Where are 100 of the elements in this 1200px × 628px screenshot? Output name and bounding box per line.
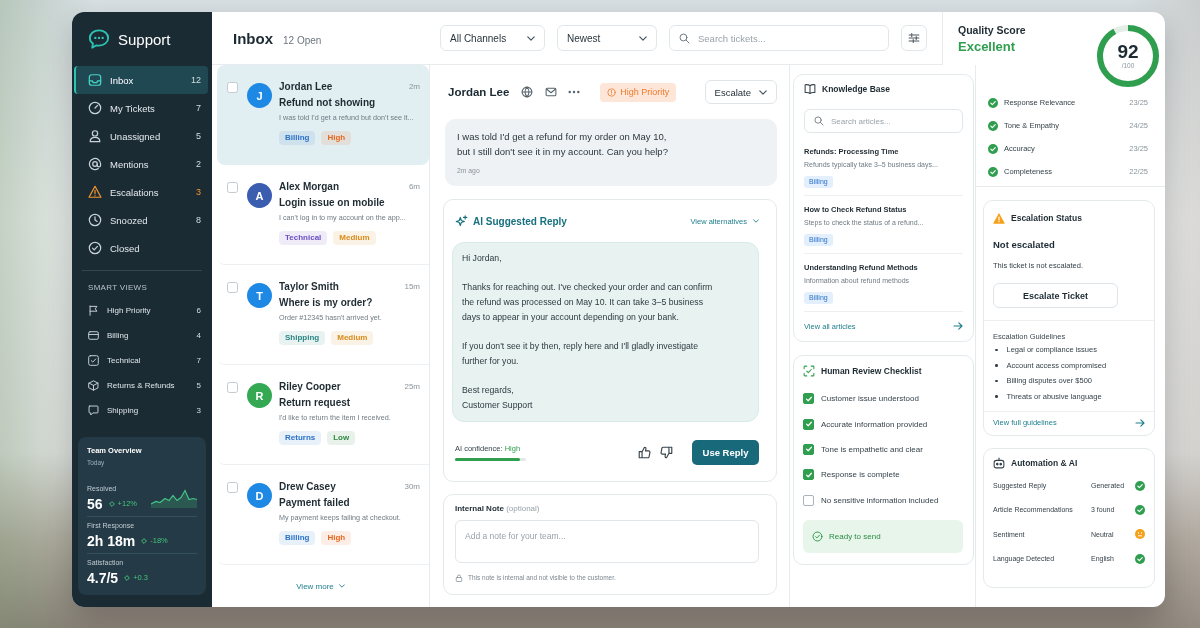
exclamation-circle-icon — [607, 87, 617, 97]
checkbox[interactable] — [803, 494, 814, 506]
scan-check-icon — [803, 365, 815, 377]
checklist-label: Customer issue understood — [821, 394, 919, 404]
ticket-search-field[interactable]: Search tickets... — [669, 25, 889, 51]
ticket-subject: Return request — [279, 396, 352, 409]
filter-button[interactable] — [901, 25, 927, 51]
app-title: Support — [118, 30, 171, 48]
check-circle-icon — [1135, 553, 1145, 564]
checkbox[interactable] — [227, 382, 238, 393]
filter-dropdown[interactable]: All Channels — [440, 25, 545, 51]
more-icon[interactable] — [568, 90, 581, 94]
check-circle-icon — [1135, 480, 1145, 491]
chevron-down-icon — [759, 89, 767, 95]
sliders-icon — [908, 32, 920, 44]
reply-paragraph: If you don't see it by then, reply here and I'll gladly investigate further for you. — [462, 340, 700, 368]
checkbox[interactable] — [227, 282, 238, 293]
robot-icon — [993, 457, 1005, 470]
chevron-down-icon — [639, 35, 647, 41]
nav-item[interactable]: Inbox 12 — [74, 66, 208, 94]
mail-icon[interactable] — [545, 86, 558, 98]
gauge-icon — [88, 101, 102, 115]
check-circle-icon — [988, 166, 998, 177]
ticket-time: 30m — [404, 481, 420, 491]
arrow-right-icon — [953, 322, 963, 330]
knowledge-base-title: Knowledge Base — [822, 84, 891, 94]
globe-icon[interactable] — [521, 86, 534, 98]
reply-paragraph: Thanks for reaching out. I've checked your order and can confirm the refund was processed on May 10. It can take 3–5 business days to appear in your account depending on your bank. — [462, 281, 714, 324]
nav-item[interactable]: Closed — [74, 234, 208, 262]
escalation-status: Not escalated — [993, 239, 1056, 251]
avatar: J — [247, 83, 272, 108]
checkbox[interactable] — [227, 82, 238, 93]
article-search-field[interactable]: Search articles... — [804, 109, 963, 133]
escalation-title: Escalation Status — [1011, 213, 1082, 223]
thumbs-up-icon[interactable] — [638, 446, 651, 459]
smart-view-item[interactable]: Technical 7 — [74, 348, 208, 373]
avatar: A — [247, 183, 272, 208]
diamond-icon — [141, 537, 148, 544]
warning-icon — [993, 212, 1005, 224]
ticket-tag: Technical — [279, 231, 328, 245]
inbox-icon — [88, 73, 102, 87]
person-icon — [88, 129, 102, 143]
ai-reply-title: AI Suggested Reply — [473, 215, 567, 227]
status-text: Ready to send — [829, 531, 881, 541]
use-reply-button[interactable]: Use Reply — [692, 440, 759, 465]
check-circle-icon — [88, 241, 102, 255]
customer-name: Taylor Smith — [279, 280, 339, 292]
customer-name: Jordan Lee — [279, 80, 333, 92]
bullet-icon — [995, 364, 998, 367]
chevron-down-icon — [527, 35, 535, 41]
nav-item[interactable]: Snoozed 8 — [74, 206, 208, 234]
check-circle-icon — [988, 143, 998, 154]
smart-view-item[interactable]: Returns & Refunds 5 — [74, 373, 208, 398]
smart-view-item[interactable]: Shipping 3 — [74, 398, 208, 423]
bullet-icon — [995, 348, 998, 352]
ticket-subject: Where is my order? — [279, 296, 374, 309]
ticket-time: 6m — [408, 181, 420, 191]
book-icon — [804, 83, 816, 95]
nav-item[interactable]: My Tickets 7 — [74, 94, 208, 122]
checkbox[interactable] — [803, 393, 814, 405]
filter-dropdown[interactable]: Newest — [557, 25, 657, 51]
bullet-icon — [995, 379, 998, 383]
view-more-link[interactable]: View more — [296, 581, 345, 591]
search-icon — [814, 116, 824, 126]
note-field[interactable]: Add a note for your team... — [455, 520, 759, 563]
page-title: Inbox — [233, 29, 273, 47]
ticket-tag: Low — [327, 431, 356, 445]
ticket-time: 15m — [404, 281, 420, 291]
ticket-tag: Returns — [279, 431, 322, 445]
escalate-button[interactable]: Escalate — [704, 80, 777, 104]
checklist-label: Tone is empathetic and clear — [821, 444, 923, 454]
chat-icon — [88, 405, 99, 416]
thumbs-down-icon[interactable] — [660, 446, 673, 459]
check-circle-icon — [988, 97, 998, 108]
checkbox[interactable] — [803, 443, 814, 455]
escalate-ticket-button[interactable]: Escalate Ticket — [993, 283, 1118, 308]
priority-label: High Priority — [620, 87, 670, 97]
nav-item[interactable]: Mentions 2 — [74, 150, 208, 178]
reply-paragraph: Hi Jordan, — [462, 252, 503, 265]
smart-view-item[interactable]: Billing 4 — [74, 323, 208, 348]
checkbox[interactable] — [227, 182, 238, 193]
check-circle-icon — [1135, 504, 1145, 515]
checklist-label: Response is complete — [821, 470, 900, 480]
customer-name: Jordan Lee — [448, 86, 510, 98]
review-checklist-title: Human Review Checklist — [821, 366, 922, 376]
checkbox[interactable] — [803, 418, 814, 430]
nav-item[interactable]: Unassigned 5 — [74, 122, 208, 150]
smart-view-item[interactable]: High Priority 6 — [74, 298, 208, 323]
checklist-label: Accurate information provided — [821, 419, 928, 429]
chevron-down-icon — [753, 219, 759, 223]
bullet-icon — [995, 395, 998, 398]
diamond-icon — [108, 500, 115, 507]
nav-item[interactable]: Escalations 3 — [74, 178, 208, 206]
open-count: 12 Open — [283, 34, 322, 46]
ticket-subject: Payment failed — [279, 496, 351, 509]
checkbox[interactable] — [227, 482, 238, 493]
arrow-right-icon — [1135, 419, 1145, 428]
automation-title: Automation & AI — [1011, 458, 1078, 469]
checkbox[interactable] — [803, 469, 814, 481]
note-label: Internal Note (optional) — [455, 504, 541, 514]
